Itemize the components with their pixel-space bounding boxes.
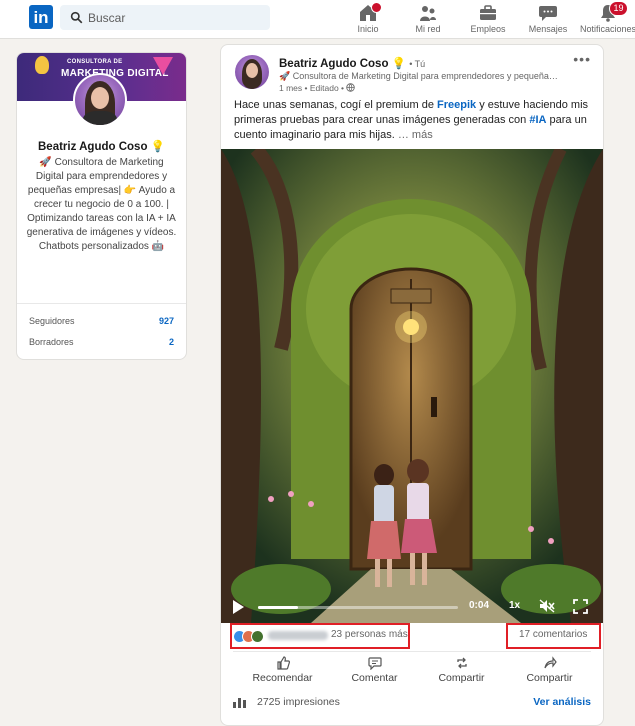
profile-headline: 🚀 Consultora de Marketing Digital para e…	[26, 157, 177, 252]
search-box[interactable]	[60, 5, 270, 30]
post-video[interactable]	[221, 149, 603, 623]
playback-speed-button[interactable]: 1x	[509, 600, 520, 611]
divider	[17, 303, 186, 304]
comment-label: Comentar	[351, 672, 398, 684]
comment-icon	[367, 657, 382, 670]
followers-count: 927	[158, 316, 174, 326]
video-controls: 0:04 1x	[221, 591, 603, 621]
view-analytics-link[interactable]: Ver análisis	[533, 696, 591, 708]
hashtag-ia-link[interactable]: #IA	[529, 114, 546, 126]
notifications-badge: 19	[609, 1, 628, 16]
author-suffix: • Tú	[409, 59, 426, 69]
play-icon[interactable]	[233, 600, 244, 614]
messaging-icon	[539, 6, 557, 21]
more-options-icon[interactable]: •••	[573, 51, 591, 67]
post-meta-text: 1 mes • Editado •	[279, 83, 345, 93]
video-time: 0:04	[469, 600, 490, 611]
repost-icon	[456, 657, 467, 669]
followers-label: Seguidores	[29, 316, 75, 326]
nav-messaging-label: Mensajes	[528, 24, 568, 34]
lightbulb-icon	[35, 56, 49, 74]
see-more-link[interactable]: … más	[398, 129, 433, 141]
profile-card: CONSULTORA DE MARKETING DIGITAL Beatriz …	[16, 52, 187, 360]
fullscreen-icon[interactable]	[573, 599, 588, 614]
post-author-headline: 🚀 Consultora de Marketing Digital para e…	[279, 71, 558, 81]
mute-icon[interactable]	[539, 599, 555, 613]
share-button[interactable]: Compartir	[502, 653, 597, 684]
post-author-avatar[interactable]	[235, 55, 269, 89]
briefcase-icon	[480, 5, 496, 20]
profile-name[interactable]: Beatriz Agudo Coso 💡	[17, 139, 186, 153]
post-card: Beatriz Agudo Coso 💡 • Tú 🚀 Consultora d…	[220, 44, 604, 726]
funnel-icon	[153, 57, 173, 75]
nav-my-network-label: Mi red	[415, 24, 441, 34]
bar-chart-icon	[233, 698, 246, 708]
repost-button[interactable]: Compartir	[414, 653, 509, 684]
nav-messaging[interactable]: Mensajes	[527, 0, 569, 38]
video-frame-illustration	[221, 149, 603, 623]
comment-button[interactable]: Comentar	[327, 653, 422, 684]
home-notification-dot	[371, 2, 382, 13]
thumbs-up-icon	[276, 656, 290, 670]
nav-jobs-label: Empleos	[470, 24, 506, 34]
recommend-button[interactable]: Recomendar	[235, 653, 330, 684]
nav-home[interactable]: Inicio	[352, 0, 384, 38]
drafts-count: 2	[168, 337, 174, 347]
nav-my-network[interactable]: Mi red	[408, 0, 448, 38]
post-analytics-row: 2725 impresiones Ver análisis	[233, 693, 591, 713]
globe-icon	[346, 83, 356, 92]
post-author-name[interactable]: Beatriz Agudo Coso 💡 • Tú	[279, 56, 425, 70]
top-navigation-bar: in Inicio Mi red Empleos Mensajes 19 Not…	[0, 0, 635, 39]
drafts-label: Borradores	[29, 337, 74, 347]
video-progress-bar[interactable]	[258, 606, 458, 609]
divider	[233, 651, 591, 652]
search-input[interactable]	[88, 5, 263, 30]
post-meta: 1 mes • Editado •	[279, 83, 356, 93]
followers-row[interactable]: Seguidores 927	[29, 316, 174, 326]
nav-jobs[interactable]: Empleos	[468, 0, 508, 38]
nav-notifications[interactable]: 19 Notificaciones	[580, 0, 635, 38]
post-actions: Recomendar Comentar Compartir Compartir	[221, 653, 603, 687]
highlight-box-reactions	[230, 623, 410, 649]
impressions-count: 2725 impresiones	[257, 696, 340, 708]
highlight-box-comments	[506, 623, 601, 649]
share-label: Compartir	[526, 672, 573, 684]
repost-label: Compartir	[438, 672, 485, 684]
nav-notifications-label: Notificaciones	[580, 24, 635, 34]
post-text: Hace unas semanas, cogí el premium de Fr…	[234, 98, 589, 143]
send-icon	[543, 656, 557, 669]
banner-line-1: CONSULTORA DE	[67, 59, 123, 65]
recommend-label: Recomendar	[252, 672, 313, 684]
linkedin-logo[interactable]: in	[29, 5, 53, 29]
profile-avatar[interactable]	[73, 73, 127, 127]
author-name-text: Beatriz Agudo Coso 💡	[279, 58, 406, 70]
search-icon	[70, 11, 83, 24]
network-icon	[420, 6, 436, 21]
post-text-part: Hace unas semanas, cogí el premium de	[234, 99, 437, 111]
drafts-row[interactable]: Borradores 2	[29, 337, 174, 347]
nav-home-label: Inicio	[357, 24, 379, 34]
freepik-link[interactable]: Freepik	[437, 99, 476, 111]
